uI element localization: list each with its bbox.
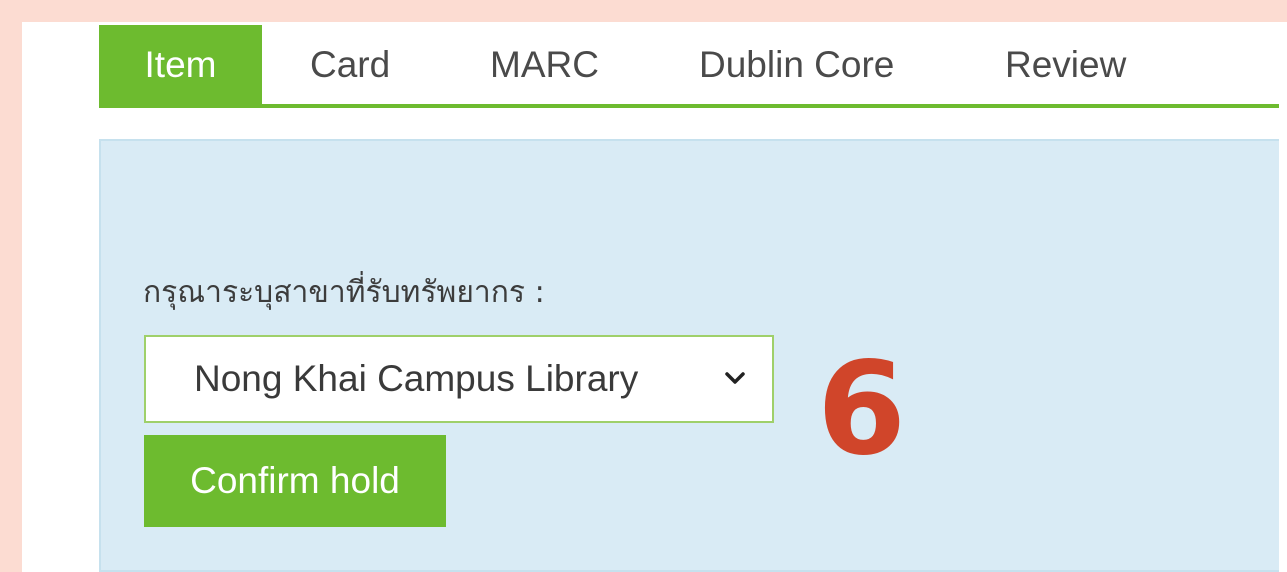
tab-marc[interactable]: MARC <box>490 25 599 104</box>
branch-prompt-label: กรุณาระบุสาขาที่รับทรัพยากร : <box>143 275 545 310</box>
step-number-annotation: 6 <box>817 335 907 484</box>
confirm-hold-button[interactable]: Confirm hold <box>144 435 446 527</box>
tab-bar: Item Card MARC Dublin Core Review <box>99 25 1279 108</box>
chevron-down-icon <box>725 372 745 384</box>
tab-item[interactable]: Item <box>99 25 262 104</box>
branch-select[interactable]: Nong Khai Campus Library <box>144 335 774 423</box>
branch-select-value: Nong Khai Campus Library <box>194 358 639 399</box>
tab-card[interactable]: Card <box>310 25 390 104</box>
page-frame: Item Card MARC Dublin Core Review กรุณาร… <box>22 22 1287 572</box>
hold-panel: กรุณาระบุสาขาที่รับทรัพยากร : Nong Khai … <box>99 139 1279 572</box>
tab-review[interactable]: Review <box>1005 25 1126 104</box>
tab-dublin-core[interactable]: Dublin Core <box>699 25 894 104</box>
